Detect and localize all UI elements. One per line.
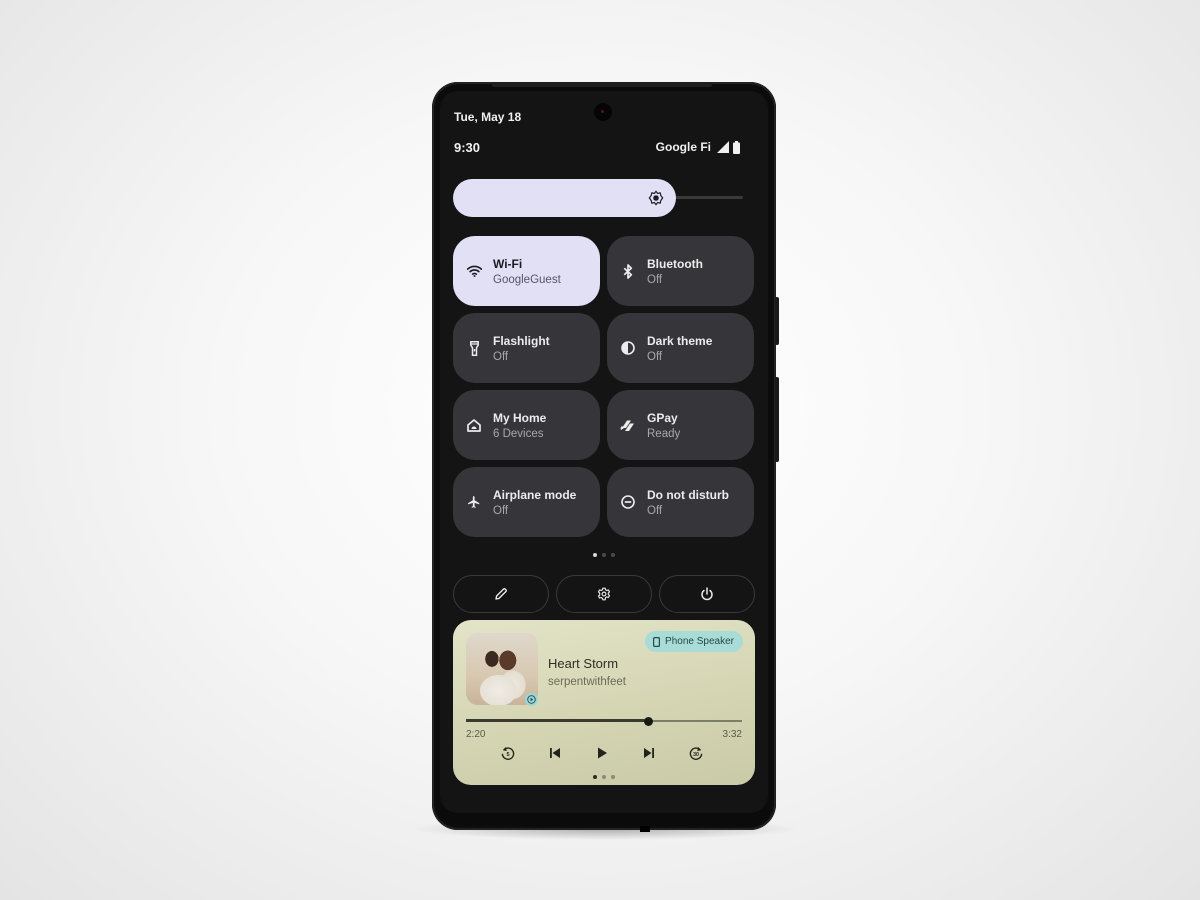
volume-side-button	[775, 377, 779, 462]
cell-signal-icon	[717, 141, 729, 153]
forward-30-button[interactable]: 30	[685, 742, 707, 764]
brightness-icon	[648, 190, 664, 206]
status-date[interactable]: Tue, May 18	[454, 110, 521, 124]
quick-settings-screen: Tue, May 18 9:30 Google Fi Wi-Fi GoogleGu…	[440, 91, 768, 813]
app-badge-icon	[525, 693, 538, 706]
tile-status: 6 Devices	[493, 427, 544, 440]
play-icon	[598, 747, 607, 759]
tile-status: GoogleGuest	[493, 273, 561, 286]
gpay-icon	[620, 417, 636, 433]
tile-wifi[interactable]: Wi-Fi GoogleGuest	[453, 236, 600, 306]
tile-flashlight[interactable]: Flashlight Off	[453, 313, 600, 383]
phone-icon	[653, 636, 661, 647]
output-device-label: Phone Speaker	[665, 636, 734, 647]
playback-controls: 5 30	[497, 742, 707, 764]
usb-port	[640, 826, 650, 832]
tile-status: Off	[493, 350, 509, 363]
tiles-page-dot[interactable]	[611, 553, 615, 557]
media-page-dot[interactable]	[602, 775, 606, 779]
wifi-icon	[466, 263, 482, 279]
pencil-icon	[495, 588, 507, 600]
do-not-disturb-icon	[620, 494, 636, 510]
seek-bar[interactable]	[466, 717, 742, 726]
output-device-chip[interactable]: Phone Speaker	[645, 631, 743, 652]
tile-label: Bluetooth	[647, 256, 703, 271]
tile-gpay[interactable]: GPay Ready	[607, 390, 754, 460]
play-button[interactable]	[591, 742, 613, 764]
tile-bluetooth[interactable]: Bluetooth Off	[607, 236, 754, 306]
brightness-slider[interactable]	[453, 179, 743, 217]
bluetooth-icon	[620, 263, 636, 279]
brightness-fill[interactable]	[453, 179, 676, 217]
quick-actions	[453, 575, 755, 613]
svg-text:5: 5	[506, 752, 509, 758]
edit-button[interactable]	[453, 575, 549, 613]
replay-5-button[interactable]: 5	[497, 742, 519, 764]
tile-status: Off	[647, 350, 663, 363]
track-duration: 3:32	[722, 729, 742, 740]
tiles-page-dot[interactable]	[602, 553, 606, 557]
tile-status: Ready	[647, 427, 681, 440]
tile-my-home[interactable]: My Home 6 Devices	[453, 390, 600, 460]
phone-top-rim	[492, 82, 712, 87]
media-page-dot[interactable]	[611, 775, 615, 779]
tile-label: My Home	[493, 410, 547, 425]
settings-button[interactable]	[556, 575, 652, 613]
power-button[interactable]	[659, 575, 755, 613]
skip-next-icon	[644, 748, 654, 758]
tiles-page-indicator[interactable]	[440, 553, 768, 557]
tiles-page-dot[interactable]	[593, 553, 597, 557]
seek-progress	[466, 719, 648, 722]
tile-label: Flashlight	[493, 333, 550, 348]
power-side-button	[775, 297, 779, 345]
elapsed-time: 2:20	[466, 729, 486, 740]
tile-status: Off	[493, 504, 509, 517]
seek-thumb[interactable]	[644, 717, 653, 726]
next-button[interactable]	[638, 742, 660, 764]
battery-full-icon	[733, 140, 740, 154]
home-icon	[466, 417, 482, 433]
tile-airplane-mode[interactable]: Airplane mode Off	[453, 467, 600, 537]
replay-5-icon: 5	[501, 747, 515, 760]
airplane-icon	[466, 494, 482, 510]
dark-theme-icon	[620, 340, 636, 356]
status-indicators: Google Fi	[656, 140, 740, 154]
tile-status: Off	[647, 273, 663, 286]
tile-dark-theme[interactable]: Dark theme Off	[607, 313, 754, 383]
power-icon	[701, 587, 713, 601]
tile-label: Airplane mode	[493, 487, 577, 502]
previous-button[interactable]	[544, 742, 566, 764]
flashlight-icon	[466, 340, 482, 356]
quick-settings-tiles: Wi-Fi GoogleGuest Bluetooth Off Flashlight…	[453, 236, 755, 537]
carrier-label: Google Fi	[655, 140, 711, 154]
phone-frame: Tue, May 18 9:30 Google Fi Wi-Fi GoogleGu…	[432, 82, 779, 832]
status-time[interactable]: 9:30	[454, 140, 480, 155]
front-camera	[594, 103, 612, 121]
tile-status: Off	[647, 504, 663, 517]
forward-30-icon: 30	[689, 747, 703, 760]
tile-label: GPay	[647, 410, 678, 425]
track-artist: serpentwithfeet	[548, 676, 626, 688]
tile-label: Wi-Fi	[493, 256, 523, 271]
track-title: Heart Storm	[548, 656, 619, 671]
media-page-indicator[interactable]	[453, 775, 755, 779]
tile-label: Dark theme	[647, 333, 713, 348]
media-player-card[interactable]: Phone Speaker Heart Storm serpentwithfee…	[453, 620, 755, 785]
skip-previous-icon	[550, 748, 560, 758]
svg-text:30: 30	[693, 752, 699, 758]
tile-label: Do not disturb	[647, 487, 729, 502]
tile-do-not-disturb[interactable]: Do not disturb Off	[607, 467, 754, 537]
gear-icon	[597, 587, 611, 601]
media-page-dot[interactable]	[593, 775, 597, 779]
